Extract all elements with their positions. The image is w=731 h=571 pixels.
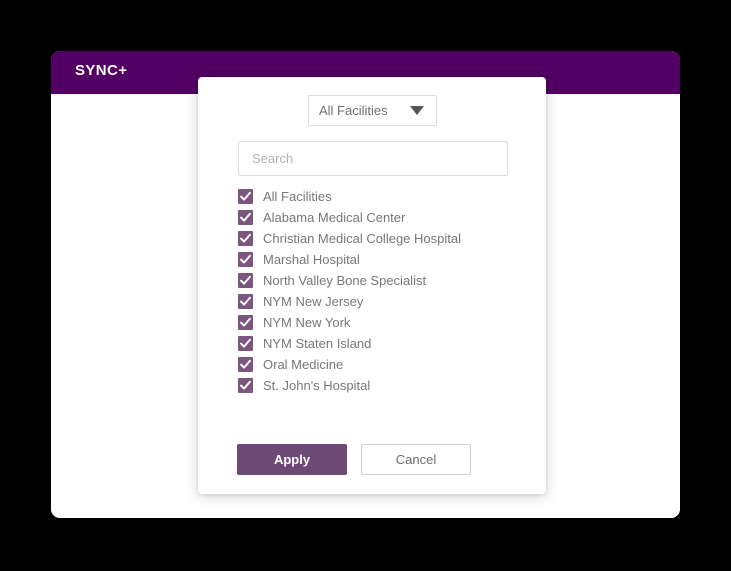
checkbox-checked-icon[interactable] [238, 294, 253, 309]
checkbox-checked-icon[interactable] [238, 357, 253, 372]
list-item[interactable]: Alabama Medical Center [238, 207, 518, 228]
apply-button[interactable]: Apply [237, 444, 347, 475]
checkbox-checked-icon[interactable] [238, 231, 253, 246]
checkbox-checked-icon[interactable] [238, 273, 253, 288]
list-item[interactable]: Oral Medicine [238, 354, 518, 375]
screen-root: SYNC+ All Facilities All Facilities Alaba… [0, 0, 731, 571]
cancel-button[interactable]: Cancel [361, 444, 471, 475]
list-item[interactable]: NYM New York [238, 312, 518, 333]
app-logo: SYNC+ [75, 62, 128, 79]
list-item[interactable]: St. John's Hospital [238, 375, 518, 396]
list-item-label: All Facilities [263, 189, 332, 204]
list-item[interactable]: Christian Medical College Hospital [238, 228, 518, 249]
list-item-label: Alabama Medical Center [263, 210, 406, 225]
list-item[interactable]: NYM Staten Island [238, 333, 518, 354]
list-item-label: NYM New York [263, 315, 351, 330]
checkbox-checked-icon[interactable] [238, 252, 253, 267]
chevron-down-icon [410, 106, 424, 115]
checkbox-checked-icon[interactable] [238, 378, 253, 393]
search-input[interactable] [238, 141, 508, 176]
list-item-label: NYM Staten Island [263, 336, 372, 351]
list-item-label: Oral Medicine [263, 357, 344, 372]
list-item[interactable]: NYM New Jersey [238, 291, 518, 312]
checkbox-checked-icon[interactable] [238, 189, 253, 204]
facility-dropdown-label: All Facilities [319, 103, 388, 118]
list-item[interactable]: Marshal Hospital [238, 249, 518, 270]
list-item-label: NYM New Jersey [263, 294, 364, 309]
list-item-label: Marshal Hospital [263, 252, 360, 267]
list-item-label: St. John's Hospital [263, 378, 371, 393]
list-item[interactable]: North Valley Bone Specialist [238, 270, 518, 291]
list-item[interactable]: All Facilities [238, 186, 518, 207]
list-item-label: North Valley Bone Specialist [263, 273, 427, 288]
checkbox-checked-icon[interactable] [238, 315, 253, 330]
checkbox-checked-icon[interactable] [238, 210, 253, 225]
facility-checkbox-list: All Facilities Alabama Medical Center Chri… [238, 186, 518, 396]
facility-filter-modal: All Facilities All Facilities Alabama Med… [198, 77, 546, 494]
modal-actions: Apply Cancel [237, 444, 471, 475]
checkbox-checked-icon[interactable] [238, 336, 253, 351]
list-item-label: Christian Medical College Hospital [263, 231, 461, 246]
facility-dropdown[interactable]: All Facilities [308, 95, 437, 126]
